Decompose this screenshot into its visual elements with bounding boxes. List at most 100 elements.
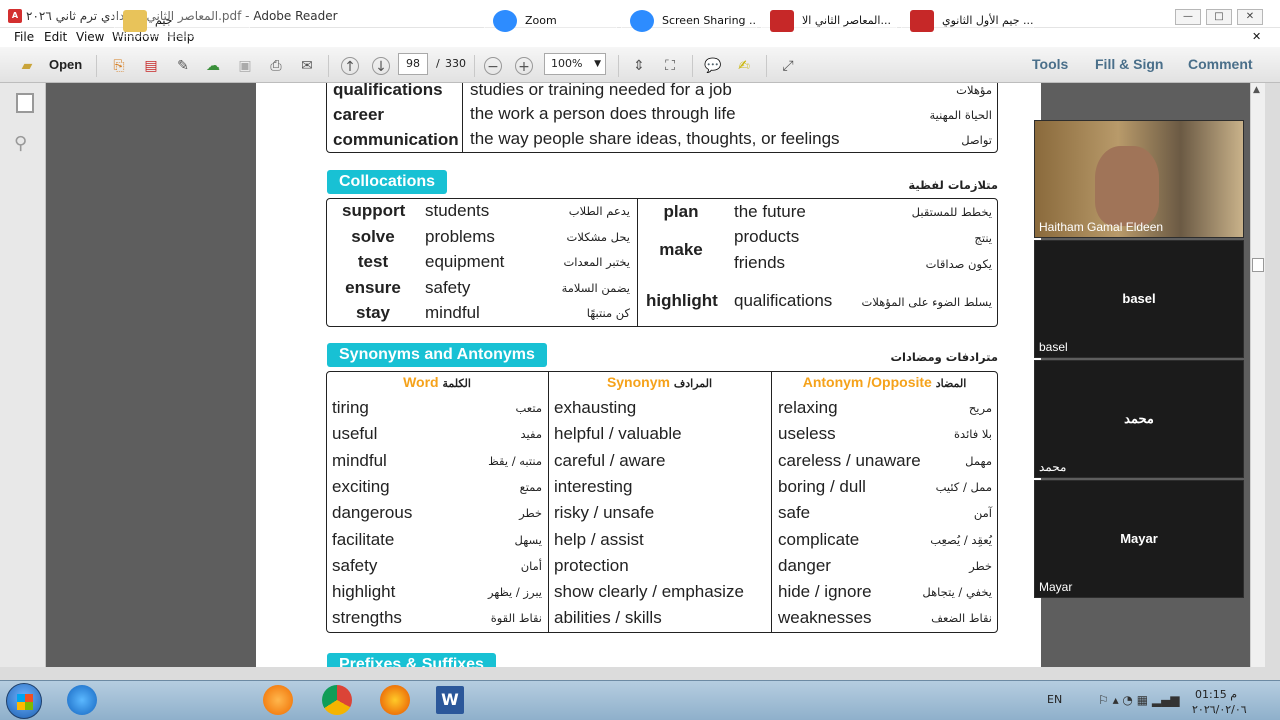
menu-view[interactable]: View (76, 30, 104, 44)
antonym-cell: boring / dull (778, 476, 866, 496)
taskbar-screen-sharing[interactable]: Screen Sharing ... (621, 3, 757, 37)
windows-logo-icon (17, 694, 33, 710)
minimize-button[interactable]: — (1175, 9, 1201, 25)
word-arabic-cell: خطر (519, 506, 542, 521)
word-cell: mindful (332, 450, 387, 470)
fullscreen-icon[interactable]: ⤢ (779, 57, 797, 75)
fill-sign-tab[interactable]: Fill & Sign (1095, 56, 1163, 72)
attachments-icon[interactable]: ⚲ (14, 133, 27, 154)
menu-file[interactable]: File (14, 30, 34, 44)
clock-date[interactable]: ٢٠٢٦/٠٢/٠٦ (1192, 703, 1247, 716)
cloud-upload-icon[interactable]: ☁ (204, 57, 222, 75)
page-number-input[interactable]: 98 (398, 53, 428, 75)
vocab-arabic: مؤهلات (956, 83, 992, 97)
table-divider (548, 371, 549, 633)
zoom-select[interactable]: 100% ▼ (544, 53, 606, 75)
page-thumbnails-icon[interactable] (16, 93, 34, 113)
table-divider (637, 198, 638, 327)
create-pdf-icon[interactable]: ⎘ (110, 57, 128, 75)
vertical-scrollbar[interactable]: ▲ (1250, 83, 1265, 667)
participant-video-haitham[interactable]: Haitham Gamal Eldeen (1034, 120, 1244, 238)
antonym-arabic-cell: نقاط الضعف (931, 611, 992, 626)
firefox-icon[interactable] (380, 685, 410, 715)
collocation-verb: solve (351, 227, 395, 246)
collocations-header: Collocations (327, 170, 448, 194)
close-button[interactable]: ✕ (1237, 9, 1263, 25)
start-button[interactable] (6, 683, 42, 719)
participant-tile-basel[interactable]: basel basel (1034, 240, 1244, 358)
taskbar-zoom[interactable]: Zoom (484, 3, 617, 37)
synonym-cell: interesting (554, 476, 633, 496)
comment-bubble-icon[interactable]: 💬 (704, 57, 722, 75)
collocation-noun: equipment (425, 252, 505, 271)
scroll-up-icon[interactable]: ▲ (1253, 85, 1260, 95)
export-pdf-icon[interactable]: ▤ (142, 57, 160, 75)
collocation-arabic: ينتج (974, 231, 992, 245)
clock-time[interactable]: 01:15 م (1195, 688, 1237, 701)
zoom-value: 100% (551, 57, 583, 70)
table-divider (462, 83, 463, 153)
word-cell: highlight (332, 582, 396, 602)
antonym-cell: danger (778, 555, 831, 575)
internet-explorer-icon[interactable] (67, 685, 97, 715)
toolbar-divider (766, 55, 767, 77)
menu-edit[interactable]: Edit (44, 30, 67, 44)
collocation-noun: mindful (425, 303, 480, 322)
participant-name: محمد (1039, 460, 1067, 474)
synonym-cell: helpful / valuable (554, 424, 682, 444)
participant-center-name: محمد (1124, 411, 1154, 426)
column-header-word-ar: الكلمة (442, 378, 471, 390)
print-icon[interactable]: ⎙ (267, 57, 285, 75)
taskbar-screen-sharing-label: Screen Sharing ... (662, 14, 757, 27)
word-arabic-cell: ممتع (519, 479, 542, 494)
fit-width-icon[interactable]: ⛶ (661, 57, 679, 75)
word-cell: useful (332, 424, 378, 444)
taskbar-pdf-2[interactable]: جيم الأول الثانوي ... (901, 3, 1034, 37)
collocation-arabic: يكون صداقات (925, 257, 992, 271)
zoom-app-icon (493, 10, 517, 32)
antonym-arabic-cell: يُعقِد / يُصعِب (930, 532, 992, 547)
toolbar-divider (96, 55, 97, 77)
tray-icons[interactable]: ⚐ ▴ ◔ ▦ ▂▄▆ (1098, 693, 1180, 707)
collocation-verb: ensure (345, 278, 401, 297)
edit-pdf-icon[interactable]: ✎ (174, 57, 192, 75)
taskbar-pdf-1[interactable]: المعاصر الثاني الا... (761, 3, 897, 37)
collocation-verb: plan (663, 202, 699, 221)
toolbar-divider (618, 55, 619, 77)
vocab-definition: the way people share ideas, thoughts, or… (470, 129, 840, 148)
save-icon[interactable]: ▣ (236, 57, 254, 75)
word-cell: facilitate (332, 529, 395, 549)
tools-tab[interactable]: Tools (1032, 56, 1068, 72)
taskbar-folder[interactable]: جيم (114, 3, 250, 37)
previous-page-icon[interactable]: ↑ (341, 57, 359, 75)
zoom-out-icon[interactable]: − (484, 57, 502, 75)
maximize-button[interactable]: □ (1206, 9, 1232, 25)
word-icon[interactable]: W (436, 686, 464, 714)
next-page-icon[interactable]: ↓ (372, 57, 390, 75)
zoom-app-icon (630, 10, 654, 32)
document-close-icon[interactable]: ✕ (1252, 30, 1261, 43)
open-button[interactable]: Open (49, 57, 82, 72)
media-player-icon[interactable] (263, 685, 293, 715)
language-indicator[interactable]: EN (1047, 693, 1062, 706)
participant-tile-mohamed[interactable]: محمد محمد (1034, 360, 1244, 478)
word-arabic-cell: متعب (515, 401, 542, 415)
vocab-word: qualifications (333, 83, 443, 99)
participant-tile-mayar[interactable]: Mayar Mayar (1034, 480, 1244, 598)
highlight-icon[interactable]: ✍ (735, 57, 753, 75)
collocation-noun: the future (734, 202, 806, 221)
word-arabic-cell: يبرز / يظهر (487, 585, 542, 600)
folder-open-icon[interactable]: ▰ (18, 57, 36, 75)
fit-page-icon[interactable]: ⇕ (630, 57, 648, 75)
vocab-arabic: تواصل (961, 133, 992, 147)
email-icon[interactable]: ✉ (298, 57, 316, 75)
antonym-arabic-cell: بلا فائدة (954, 427, 992, 442)
comment-tab[interactable]: Comment (1188, 56, 1253, 72)
synonym-cell: help / assist (554, 529, 644, 549)
antonym-arabic-cell: يخفي / يتجاهل (922, 585, 992, 600)
chrome-icon[interactable] (322, 685, 352, 715)
antonym-cell: complicate (778, 529, 860, 549)
chevron-down-icon[interactable]: ▼ (594, 54, 601, 74)
zoom-in-icon[interactable]: + (515, 57, 533, 75)
scroll-thumb[interactable] (1252, 258, 1264, 272)
